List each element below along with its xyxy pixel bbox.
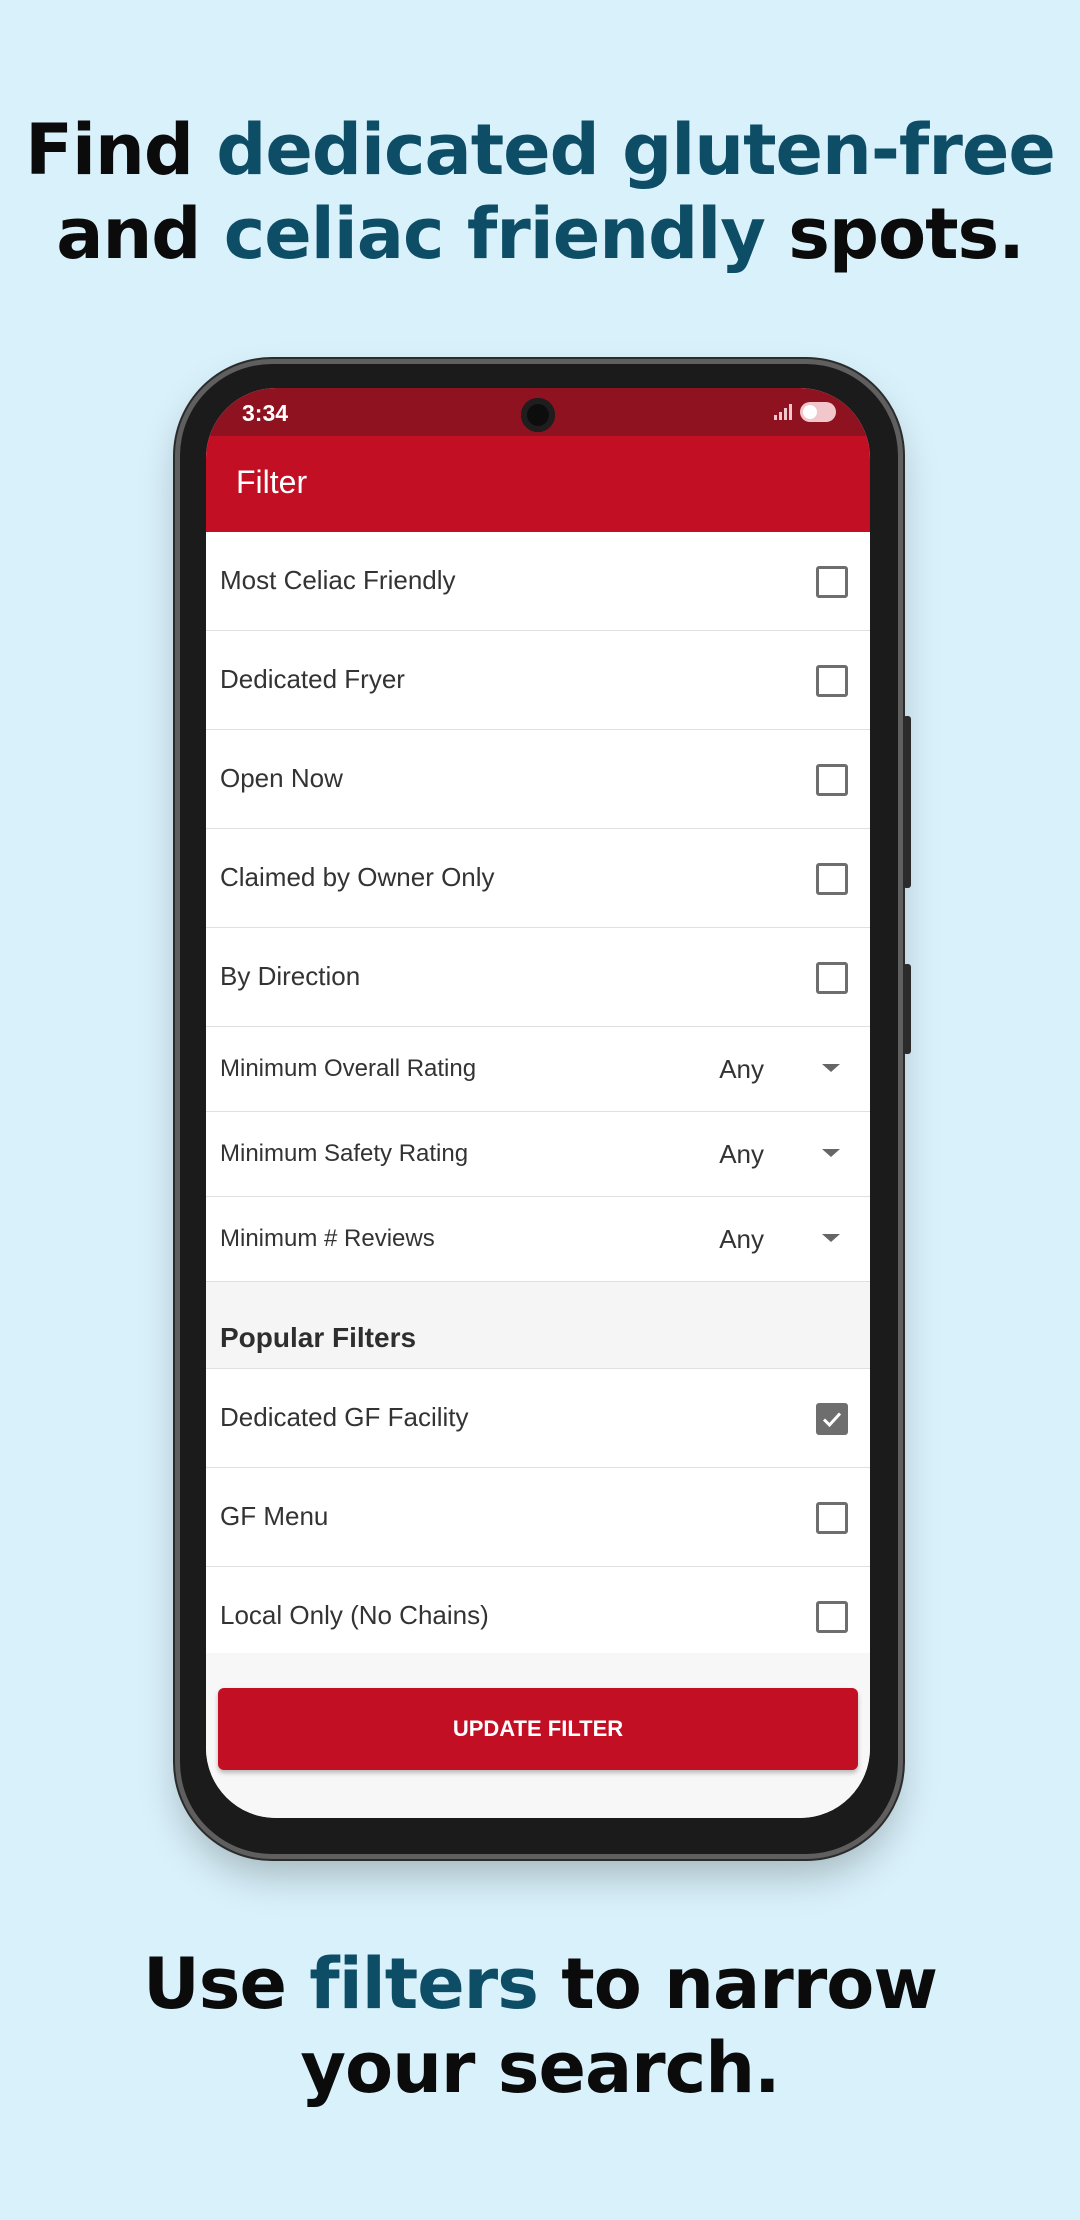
headline-text: and bbox=[56, 193, 224, 275]
headline-text: your search. bbox=[300, 2027, 780, 2109]
status-time: 3:34 bbox=[242, 400, 289, 426]
filter-label: GF Menu bbox=[220, 1501, 329, 1531]
battery-icon bbox=[800, 402, 836, 422]
bottom-headline: Use filters to narrow your search. bbox=[0, 1942, 1080, 2110]
filter-label: Local Only (No Chains) bbox=[220, 1600, 489, 1630]
filter-label: Dedicated GF Facility bbox=[220, 1402, 469, 1432]
checkbox[interactable] bbox=[816, 962, 848, 994]
checkbox[interactable] bbox=[816, 1502, 848, 1534]
dropdown-value[interactable]: Any bbox=[719, 1054, 764, 1085]
filter-row-dedicated-fryer[interactable]: Dedicated Fryer bbox=[206, 631, 870, 730]
dropdown-arrow-icon[interactable] bbox=[822, 1234, 840, 1242]
update-footer: UPDATE FILTER bbox=[206, 1653, 870, 1818]
update-filter-button[interactable]: UPDATE FILTER bbox=[218, 1688, 858, 1770]
filter-label: Most Celiac Friendly bbox=[220, 565, 456, 595]
headline-accent-text: dedicated gluten-free bbox=[216, 109, 1056, 191]
volume-button bbox=[903, 716, 911, 888]
dropdown-label: Minimum Safety Rating bbox=[220, 1140, 469, 1167]
filter-label: Open Now bbox=[220, 763, 343, 793]
filter-label: Claimed by Owner Only bbox=[220, 862, 495, 892]
phone-frame: 3:34 Filter Most Celiac Friendly Dedicat… bbox=[180, 364, 911, 1854]
dropdown-value[interactable]: Any bbox=[719, 1139, 764, 1170]
checkbox[interactable] bbox=[816, 863, 848, 895]
checkbox[interactable] bbox=[816, 665, 848, 697]
filter-label: By Direction bbox=[220, 961, 361, 991]
dropdown-label: Minimum Overall Rating bbox=[220, 1055, 477, 1082]
section-title: Popular Filters bbox=[220, 1322, 417, 1353]
filter-row-gf-menu[interactable]: GF Menu bbox=[206, 1468, 870, 1567]
filter-label: Dedicated Fryer bbox=[220, 664, 405, 694]
app-bar: Filter bbox=[206, 436, 870, 532]
dropdown-row-overall-rating[interactable]: Minimum Overall Rating Any bbox=[206, 1027, 870, 1112]
dropdown-row-safety-rating[interactable]: Minimum Safety Rating Any bbox=[206, 1112, 870, 1197]
headline-text: spots. bbox=[764, 193, 1025, 275]
filter-row-by-direction[interactable]: By Direction bbox=[206, 928, 870, 1027]
headline-text: Use bbox=[142, 1943, 310, 2025]
headline-accent-text: filters bbox=[309, 1943, 539, 2025]
power-button bbox=[903, 964, 911, 1054]
filter-row-claimed-by-owner[interactable]: Claimed by Owner Only bbox=[206, 829, 870, 928]
popular-filters-header: Popular Filters bbox=[206, 1282, 870, 1369]
checkbox-checked[interactable] bbox=[816, 1403, 848, 1435]
filter-row-most-celiac-friendly[interactable]: Most Celiac Friendly bbox=[206, 532, 870, 631]
checkbox[interactable] bbox=[816, 1601, 848, 1633]
camera-icon bbox=[521, 398, 555, 432]
dropdown-value[interactable]: Any bbox=[719, 1224, 764, 1255]
status-bar: 3:34 bbox=[206, 388, 870, 436]
checkbox[interactable] bbox=[816, 764, 848, 796]
dropdown-arrow-icon[interactable] bbox=[822, 1149, 840, 1157]
filter-row-dedicated-gf-facility[interactable]: Dedicated GF Facility bbox=[206, 1369, 870, 1468]
filter-list: Most Celiac Friendly Dedicated Fryer Ope… bbox=[206, 532, 870, 1666]
phone-screen: 3:34 Filter Most Celiac Friendly Dedicat… bbox=[206, 388, 870, 1818]
dropdown-row-reviews[interactable]: Minimum # Reviews Any bbox=[206, 1197, 870, 1282]
headline-text: to narrow bbox=[537, 1943, 938, 2025]
filter-row-open-now[interactable]: Open Now bbox=[206, 730, 870, 829]
signal-icon bbox=[774, 404, 792, 420]
dropdown-arrow-icon[interactable] bbox=[822, 1064, 840, 1072]
top-headline: Find dedicated gluten-free and celiac fr… bbox=[0, 108, 1080, 276]
status-icons bbox=[774, 402, 836, 422]
headline-accent-text: celiac friendly bbox=[223, 193, 766, 275]
checkmark-icon bbox=[822, 1412, 842, 1428]
checkbox[interactable] bbox=[816, 566, 848, 598]
filter-row-local-only[interactable]: Local Only (No Chains) bbox=[206, 1567, 870, 1666]
headline-text: Find bbox=[25, 109, 217, 191]
dropdown-label: Minimum # Reviews bbox=[220, 1225, 435, 1252]
page-title: Filter bbox=[236, 464, 308, 500]
